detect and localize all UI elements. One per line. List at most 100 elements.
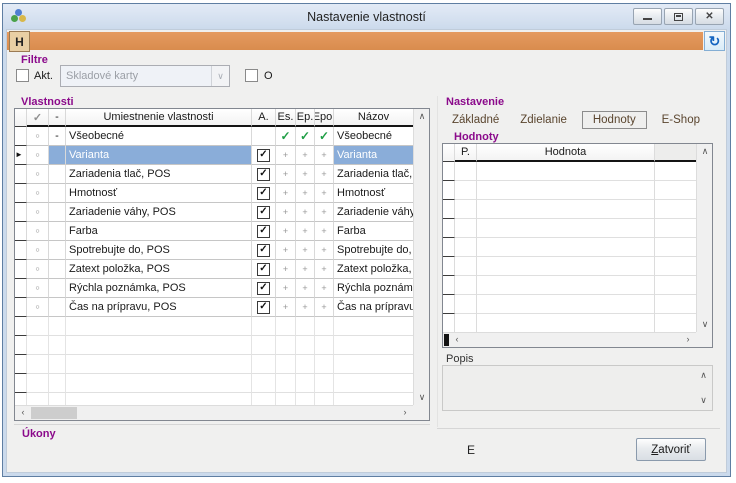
row-placement-cell[interactable]: Všeobecné bbox=[66, 127, 252, 146]
property-row[interactable]: ►○Varianta✓+++Varianta bbox=[15, 146, 413, 165]
values-vertical-scrollbar[interactable]: ∧ ∨ bbox=[696, 144, 712, 332]
scrollbar-corner bbox=[696, 332, 712, 347]
close-dialog-button[interactable]: Zatvoriť bbox=[636, 438, 706, 461]
row-placement-cell[interactable]: Čas na prípravu, POS bbox=[66, 298, 252, 317]
values-header-value[interactable]: Hodnota bbox=[477, 144, 655, 162]
row-active-cell[interactable]: ✓ bbox=[252, 222, 276, 241]
row-epo-cell: ✓ bbox=[315, 127, 334, 146]
minimize-button[interactable] bbox=[633, 8, 662, 25]
header-name[interactable]: Názov bbox=[334, 109, 413, 127]
header-placement[interactable]: Umiestnenie vlastnosti bbox=[66, 109, 252, 127]
row-minus-cell bbox=[49, 241, 66, 260]
row-placement-cell[interactable]: Varianta bbox=[66, 146, 252, 165]
property-row[interactable]: ○Spotrebujte do, POS✓+++Spotrebujte do, … bbox=[15, 241, 413, 260]
row-indicator-cell bbox=[15, 127, 27, 146]
akt-label: Akt. bbox=[34, 70, 53, 82]
tab-zdielanie[interactable]: Zdielanie bbox=[514, 112, 573, 128]
values-header-p[interactable]: P. bbox=[455, 144, 477, 162]
properties-table-header[interactable]: ✓ - Umiestnenie vlastnosti A. Es. Ep. Ep… bbox=[15, 109, 413, 127]
settings-group-label: Nastavenie bbox=[446, 96, 504, 108]
property-group-row[interactable]: ○-Všeobecné✓✓✓Všeobecné bbox=[15, 127, 413, 146]
row-active-cell[interactable]: ✓ bbox=[252, 146, 276, 165]
minimize-icon bbox=[643, 17, 652, 20]
row-placement-cell[interactable]: Zariadenia tlač, POS bbox=[66, 165, 252, 184]
plus-icon: + bbox=[321, 227, 326, 236]
row-ep-cell: ✓ bbox=[296, 127, 315, 146]
property-row[interactable]: ○Zariadenie váhy, POS✓+++Zariadenie váhy… bbox=[15, 203, 413, 222]
row-placement-cell[interactable]: Zatext položka, POS bbox=[66, 260, 252, 279]
property-row[interactable]: ○Farba✓+++Farba bbox=[15, 222, 413, 241]
o-checkbox[interactable] bbox=[245, 69, 258, 82]
row-es-cell: + bbox=[276, 203, 296, 222]
header-es[interactable]: Es. bbox=[276, 109, 296, 127]
scroll-right-icon[interactable]: › bbox=[683, 335, 693, 344]
row-active-cell[interactable]: ✓ bbox=[252, 260, 276, 279]
description-textarea[interactable]: ∧ ∨ bbox=[442, 365, 713, 411]
titlebar[interactable]: Nastavenie vlastností ✕ bbox=[3, 4, 730, 29]
row-active-cell[interactable]: ✓ bbox=[252, 203, 276, 222]
row-circle-cell: ○ bbox=[27, 165, 49, 184]
scroll-up-icon[interactable]: ∧ bbox=[697, 371, 710, 380]
scroll-left-icon[interactable]: ‹ bbox=[452, 335, 462, 344]
values-table[interactable]: P. Hodnota ∧ ∨ ‹ › bbox=[442, 143, 713, 348]
property-row[interactable]: ○Zatext položka, POS✓+++Zatext položka, … bbox=[15, 260, 413, 279]
row-placement-cell[interactable]: Hmotnosť bbox=[66, 184, 252, 203]
header-check-icon[interactable]: ✓ bbox=[27, 109, 49, 127]
properties-horizontal-scrollbar[interactable]: ‹ › bbox=[15, 405, 413, 420]
row-epo-cell: + bbox=[315, 279, 334, 298]
header-minus[interactable]: - bbox=[49, 109, 66, 127]
row-active-cell[interactable]: ✓ bbox=[252, 241, 276, 260]
footer-panel: E Zatvoriť bbox=[437, 428, 720, 470]
property-row[interactable]: ○Čas na prípravu, POS✓+++Čas na prípravu… bbox=[15, 298, 413, 317]
scroll-right-icon[interactable]: › bbox=[400, 408, 410, 417]
row-placement-cell[interactable]: Rýchla poznámka, POS bbox=[66, 279, 252, 298]
description-scrollbar[interactable]: ∧ ∨ bbox=[697, 368, 710, 408]
row-epo-cell: + bbox=[315, 184, 334, 203]
row-active-cell[interactable]: ✓ bbox=[252, 298, 276, 317]
row-active-cell[interactable]: ✓ bbox=[252, 165, 276, 184]
properties-table[interactable]: ✓ - Umiestnenie vlastnosti A. Es. Ep. Ep… bbox=[14, 108, 430, 421]
scroll-down-icon[interactable]: ∨ bbox=[697, 320, 713, 329]
row-placement-cell[interactable]: Farba bbox=[66, 222, 252, 241]
values-horizontal-scrollbar[interactable]: ‹ › bbox=[443, 332, 696, 347]
properties-vertical-scrollbar[interactable]: ∧ ∨ bbox=[413, 109, 429, 405]
circle-icon: ○ bbox=[35, 304, 39, 311]
row-placement-cell[interactable]: Zariadenie váhy, POS bbox=[66, 203, 252, 222]
scroll-up-icon[interactable]: ∧ bbox=[414, 112, 430, 121]
header-ep[interactable]: Ep. bbox=[296, 109, 315, 127]
h-button[interactable]: H bbox=[9, 31, 30, 52]
akt-checkbox[interactable] bbox=[16, 69, 29, 82]
actions-group-label: Úkony bbox=[22, 428, 56, 440]
row-minus-cell bbox=[49, 298, 66, 317]
tab-zakladne[interactable]: Základné bbox=[446, 112, 505, 128]
row-name-cell: Varianta bbox=[334, 146, 413, 165]
scroll-down-icon[interactable]: ∨ bbox=[697, 396, 710, 405]
scrollbar-thumb[interactable] bbox=[444, 334, 449, 346]
property-row[interactable]: ○Zariadenia tlač, POS✓+++Zariadenia tlač… bbox=[15, 165, 413, 184]
scrollbar-thumb[interactable] bbox=[31, 407, 77, 419]
refresh-button[interactable]: ↻ bbox=[704, 31, 725, 51]
header-active[interactable]: A. bbox=[252, 109, 276, 127]
scroll-down-icon[interactable]: ∨ bbox=[414, 393, 430, 402]
scroll-up-icon[interactable]: ∧ bbox=[697, 147, 713, 156]
scroll-left-icon[interactable]: ‹ bbox=[18, 408, 28, 417]
values-table-header[interactable]: P. Hodnota bbox=[443, 144, 696, 162]
dropdown-arrow-icon[interactable]: ∨ bbox=[211, 66, 229, 86]
row-active-cell[interactable] bbox=[252, 127, 276, 146]
row-placement-cell[interactable]: Spotrebujte do, POS bbox=[66, 241, 252, 260]
header-epo[interactable]: Epo. bbox=[315, 109, 334, 127]
checkbox-checked-icon: ✓ bbox=[257, 301, 270, 314]
maximize-button[interactable] bbox=[664, 8, 693, 25]
plus-icon: + bbox=[321, 246, 326, 255]
tab-hodnoty[interactable]: Hodnoty bbox=[582, 111, 647, 129]
category-dropdown[interactable]: Skladové karty ∨ bbox=[60, 65, 230, 87]
property-row[interactable]: ○Hmotnosť✓+++Hmotnosť bbox=[15, 184, 413, 203]
tab-eshop[interactable]: E-Shop bbox=[656, 112, 706, 128]
restore-icon bbox=[674, 13, 683, 21]
row-active-cell[interactable]: ✓ bbox=[252, 184, 276, 203]
row-ep-cell: + bbox=[296, 279, 315, 298]
row-ep-cell: + bbox=[296, 241, 315, 260]
property-row[interactable]: ○Rýchla poznámka, POS✓+++Rýchla poznámka… bbox=[15, 279, 413, 298]
close-window-button[interactable]: ✕ bbox=[695, 8, 724, 25]
row-active-cell[interactable]: ✓ bbox=[252, 279, 276, 298]
